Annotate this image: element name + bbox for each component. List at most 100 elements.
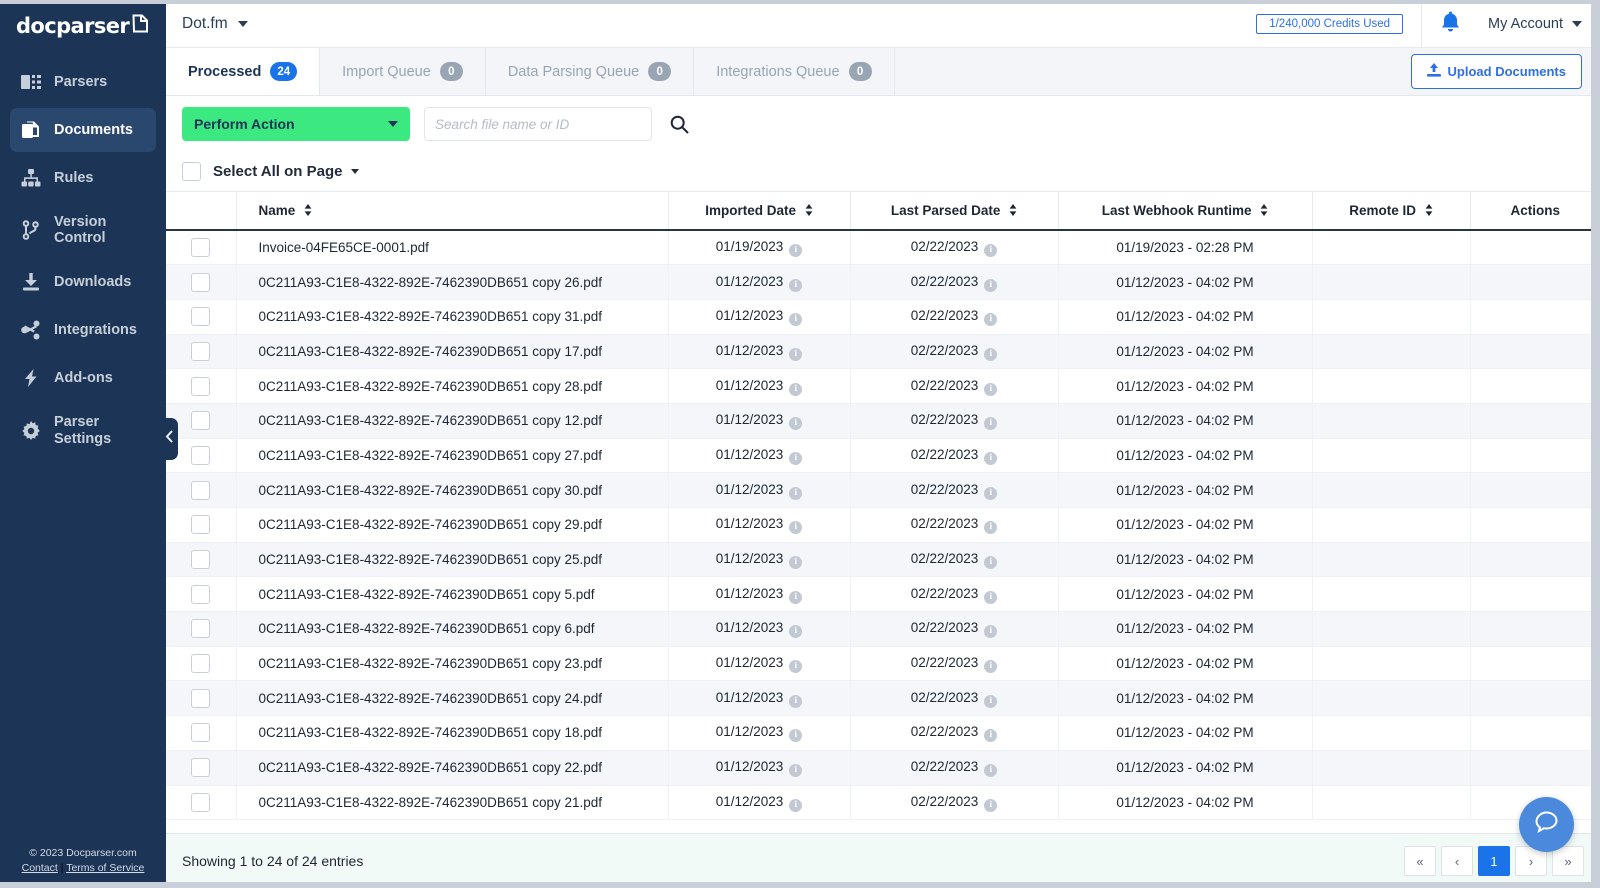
cell-actions[interactable] (1470, 507, 1600, 543)
table-row[interactable]: 0C211A93-C1E8-4322-892E-7462390DB651 cop… (166, 646, 1600, 682)
cell-document-name[interactable]: 0C211A93-C1E8-4322-892E-7462390DB651 cop… (236, 368, 669, 404)
info-icon[interactable]: i (789, 590, 803, 604)
table-row[interactable]: 0C211A93-C1E8-4322-892E-7462390DB651 cop… (166, 715, 1600, 751)
search-icon[interactable] (670, 115, 689, 134)
info-icon[interactable]: i (789, 521, 803, 535)
info-icon[interactable]: i (984, 660, 998, 674)
row-checkbox[interactable] (191, 341, 211, 361)
cell-document-name[interactable]: 0C211A93-C1E8-4322-892E-7462390DB651 cop… (236, 507, 669, 543)
cell-actions[interactable] (1470, 438, 1600, 474)
pagination-last-button[interactable]: » (1552, 846, 1584, 876)
cell-actions[interactable] (1470, 264, 1600, 300)
row-checkbox[interactable] (191, 411, 211, 431)
column-header-remote-id[interactable]: Remote ID (1312, 192, 1471, 231)
cell-document-name[interactable]: 0C211A93-C1E8-4322-892E-7462390DB651 cop… (236, 334, 669, 370)
sidebar-item-documents[interactable]: Documents (10, 108, 156, 152)
sidebar-item-parsers[interactable]: Parsers (10, 60, 156, 104)
info-icon[interactable]: i (789, 278, 803, 292)
sidebar-item-rules[interactable]: Rules (10, 156, 156, 200)
cell-document-name[interactable]: Invoice-04FE65CE-0001.pdf (236, 230, 669, 266)
row-checkbox[interactable] (191, 238, 211, 258)
table-row[interactable]: 0C211A93-C1E8-4322-892E-7462390DB651 cop… (166, 507, 1600, 543)
row-checkbox[interactable] (191, 515, 211, 535)
brand-logo[interactable]: docparser (0, 0, 166, 52)
search-input[interactable] (435, 116, 641, 132)
tab-processed[interactable]: Processed 24 (166, 48, 321, 95)
tab-data-parsing-queue[interactable]: Data Parsing Queue 0 (486, 48, 695, 95)
row-checkbox[interactable] (191, 619, 211, 639)
row-checkbox[interactable] (191, 480, 211, 500)
cell-document-name[interactable]: 0C211A93-C1E8-4322-892E-7462390DB651 cop… (236, 646, 669, 682)
credits-badge[interactable]: 1/240,000 Credits Used (1256, 13, 1404, 34)
row-checkbox[interactable] (191, 688, 211, 708)
cell-actions[interactable] (1470, 646, 1600, 682)
caret-down-icon[interactable] (350, 169, 359, 174)
sidebar-item-version-control[interactable]: Version Control (10, 204, 156, 256)
cell-document-name[interactable]: 0C211A93-C1E8-4322-892E-7462390DB651 cop… (236, 680, 669, 717)
cell-actions[interactable] (1470, 542, 1600, 578)
info-icon[interactable]: i (984, 625, 998, 639)
cell-document-name[interactable]: 0C211A93-C1E8-4322-892E-7462390DB651 cop… (236, 403, 669, 439)
row-checkbox[interactable] (191, 307, 211, 327)
info-icon[interactable]: i (984, 798, 998, 812)
table-row[interactable]: 0C211A93-C1E8-4322-892E-7462390DB651 cop… (166, 264, 1600, 300)
table-row[interactable]: 0C211A93-C1E8-4322-892E-7462390DB651 cop… (166, 611, 1600, 647)
table-row[interactable]: 0C211A93-C1E8-4322-892E-7462390DB651 cop… (166, 472, 1600, 508)
cell-actions[interactable] (1470, 750, 1600, 786)
cell-actions[interactable] (1470, 368, 1600, 404)
sidebar-item-add-ons[interactable]: Add-ons (10, 356, 156, 400)
column-header-imported-date[interactable]: Imported Date (668, 192, 851, 231)
tab-import-queue[interactable]: Import Queue 0 (320, 48, 486, 95)
table-row[interactable]: 0C211A93-C1E8-4322-892E-7462390DB651 cop… (166, 542, 1600, 578)
contact-link[interactable]: Contact (22, 862, 58, 874)
sidebar-item-parser-settings[interactable]: Parser Settings (10, 404, 156, 456)
table-row[interactable]: 0C211A93-C1E8-4322-892E-7462390DB651 cop… (166, 785, 1600, 821)
sidebar-item-downloads[interactable]: Downloads (10, 260, 156, 304)
table-row[interactable]: 0C211A93-C1E8-4322-892E-7462390DB651 cop… (166, 576, 1600, 613)
info-icon[interactable]: i (789, 451, 803, 465)
info-icon[interactable]: i (789, 729, 803, 743)
table-row[interactable]: 0C211A93-C1E8-4322-892E-7462390DB651 cop… (166, 438, 1600, 474)
table-row[interactable]: 0C211A93-C1E8-4322-892E-7462390DB651 cop… (166, 403, 1600, 439)
row-checkbox[interactable] (191, 376, 211, 396)
info-icon[interactable]: i (789, 382, 803, 396)
cell-document-name[interactable]: 0C211A93-C1E8-4322-892E-7462390DB651 cop… (236, 715, 669, 751)
cell-document-name[interactable]: 0C211A93-C1E8-4322-892E-7462390DB651 cop… (236, 576, 669, 613)
tab-integrations-queue[interactable]: Integrations Queue 0 (694, 48, 895, 95)
sidebar-item-integrations[interactable]: Integrations (10, 308, 156, 352)
info-icon[interactable]: i (789, 417, 803, 431)
info-icon[interactable]: i (789, 660, 803, 674)
table-row[interactable]: 0C211A93-C1E8-4322-892E-7462390DB651 cop… (166, 368, 1600, 404)
account-menu[interactable]: My Account (1478, 16, 1600, 32)
row-checkbox[interactable] (191, 550, 211, 570)
info-icon[interactable]: i (789, 764, 803, 778)
cell-actions[interactable] (1470, 299, 1600, 335)
cell-document-name[interactable]: 0C211A93-C1E8-4322-892E-7462390DB651 cop… (236, 750, 669, 786)
info-icon[interactable]: i (984, 764, 998, 778)
cell-document-name[interactable]: 0C211A93-C1E8-4322-892E-7462390DB651 cop… (236, 542, 669, 578)
info-icon[interactable]: i (984, 590, 998, 604)
info-icon[interactable]: i (984, 417, 998, 431)
table-row[interactable]: 0C211A93-C1E8-4322-892E-7462390DB651 cop… (166, 680, 1600, 717)
perform-action-dropdown[interactable]: Perform Action (182, 107, 410, 141)
cell-actions[interactable] (1470, 230, 1600, 266)
info-icon[interactable]: i (984, 556, 998, 570)
info-icon[interactable]: i (984, 486, 998, 500)
info-icon[interactable]: i (984, 694, 998, 708)
cell-document-name[interactable]: 0C211A93-C1E8-4322-892E-7462390DB651 cop… (236, 438, 669, 474)
cell-actions[interactable] (1470, 715, 1600, 751)
table-row[interactable]: 0C211A93-C1E8-4322-892E-7462390DB651 cop… (166, 334, 1600, 370)
info-icon[interactable]: i (789, 313, 803, 327)
cell-document-name[interactable]: 0C211A93-C1E8-4322-892E-7462390DB651 cop… (236, 472, 669, 508)
row-checkbox[interactable] (191, 723, 211, 743)
row-checkbox[interactable] (191, 445, 211, 465)
help-chat-button[interactable] (1519, 797, 1574, 852)
cell-actions[interactable] (1470, 611, 1600, 647)
column-header-last-parsed-date[interactable]: Last Parsed Date (850, 192, 1059, 231)
cell-actions[interactable] (1470, 680, 1600, 717)
notifications-button[interactable] (1422, 0, 1478, 48)
info-icon[interactable]: i (984, 278, 998, 292)
column-header-last-webhook-runtime[interactable]: Last Webhook Runtime (1058, 192, 1313, 231)
info-icon[interactable]: i (789, 694, 803, 708)
row-checkbox[interactable] (191, 758, 211, 778)
